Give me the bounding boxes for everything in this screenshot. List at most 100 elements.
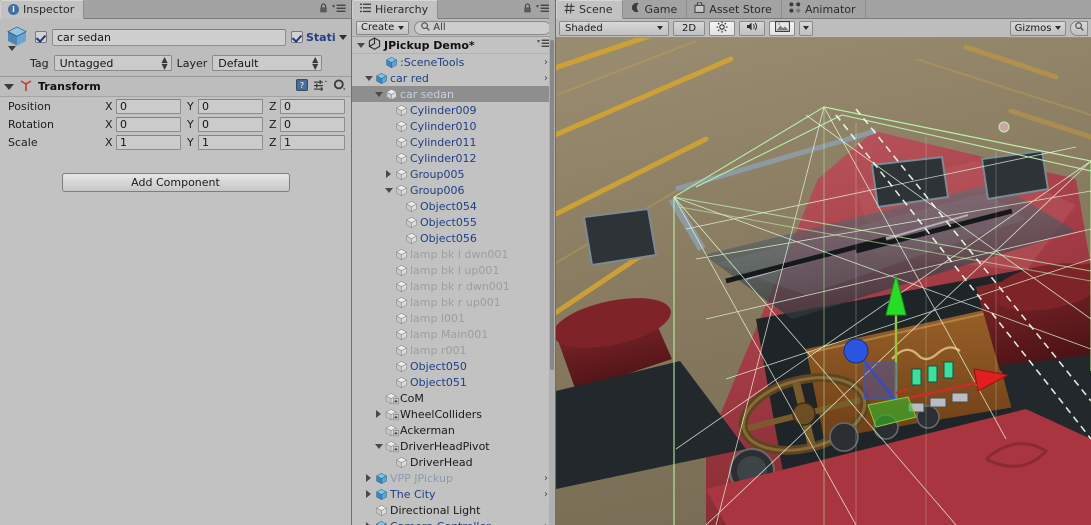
audio-toggle-button[interactable] bbox=[739, 20, 765, 36]
hierarchy-item-object050[interactable]: Object050 bbox=[352, 358, 555, 374]
hierarchy-item-lamp-l001[interactable]: lamp l001 bbox=[352, 310, 555, 326]
scene-root-row[interactable]: JPickup Demo* bbox=[352, 37, 555, 54]
hierarchy-item-cylinder011[interactable]: Cylinder011 bbox=[352, 134, 555, 150]
image-effects-dropdown-button[interactable] bbox=[799, 20, 813, 36]
gameobject-cube-icon bbox=[395, 328, 408, 341]
hierarchy-item-lamp-bk-r-up001[interactable]: lamp bk r up001 bbox=[352, 294, 555, 310]
lock-icon[interactable] bbox=[523, 3, 532, 16]
hierarchy-item-object056[interactable]: Object056 bbox=[352, 230, 555, 246]
hierarchy-item-driverheadpivot[interactable]: DriverHeadPivot bbox=[352, 438, 555, 454]
hierarchy-item-lamp-bk-r-dwn001[interactable]: lamp bk r dwn001 bbox=[352, 278, 555, 294]
hierarchy-item-group005[interactable]: Group005 bbox=[352, 166, 555, 182]
scene-search-input[interactable] bbox=[1070, 20, 1088, 36]
layer-dropdown[interactable]: Default ▲ ▼ bbox=[212, 55, 323, 71]
tab-scene[interactable]: Scene bbox=[556, 0, 623, 19]
transform-x-input[interactable]: 0 bbox=[116, 98, 181, 114]
tab-hierarchy-label: Hierarchy bbox=[375, 3, 429, 16]
transform-y-input[interactable]: 0 bbox=[198, 98, 263, 114]
hamburger-menu-icon[interactable] bbox=[536, 3, 550, 16]
scene-foldout-icon[interactable] bbox=[357, 42, 365, 48]
transform-z-input[interactable]: 0 bbox=[280, 116, 345, 132]
tab-asset-store[interactable]: Asset Store bbox=[687, 0, 782, 18]
hierarchy-item-scenetools[interactable]: :SceneTools › bbox=[352, 54, 555, 70]
tab-game[interactable]: Game bbox=[622, 0, 688, 18]
hierarchy-item-vpp-jpickup[interactable]: VPP JPickup › bbox=[352, 470, 555, 486]
hierarchy-item-object051[interactable]: Object051 bbox=[352, 374, 555, 390]
hierarchy-item-camera-controller[interactable]: Camera Controller› bbox=[352, 518, 555, 525]
hierarchy-item-lamp-bk-l-dwn001[interactable]: lamp bk l dwn001 bbox=[352, 246, 555, 262]
tag-layer-row: Tag Untagged ▲ ▼ Layer Default ▲ ▼ bbox=[4, 55, 347, 71]
foldout-open-icon[interactable] bbox=[372, 443, 385, 449]
hierarchy-item-lamp-r001[interactable]: lamp r001 bbox=[352, 342, 555, 358]
hierarchy-item-cylinder010[interactable]: Cylinder010 bbox=[352, 118, 555, 134]
chevron-down-icon bbox=[398, 25, 405, 30]
foldout-open-icon[interactable] bbox=[382, 187, 395, 193]
hierarchy-item-lamp-bk-l-up001[interactable]: lamp bk l up001 bbox=[352, 262, 555, 278]
foldout-closed-icon[interactable] bbox=[362, 490, 375, 498]
hierarchy-item-cylinder009[interactable]: Cylinder009 bbox=[352, 102, 555, 118]
tab-inspector[interactable]: i Inspector bbox=[0, 0, 85, 19]
hierarchy-item-directional-light[interactable]: Directional Light bbox=[352, 502, 555, 518]
hierarchy-item-cylinder012[interactable]: Cylinder012 bbox=[352, 150, 555, 166]
add-component-button[interactable]: Add Component bbox=[61, 173, 290, 192]
transform-z-input[interactable]: 1 bbox=[280, 134, 345, 150]
hierarchy-item-wheelcolliders[interactable]: WheelColliders bbox=[352, 406, 555, 422]
gameobject-cube-icon bbox=[405, 216, 418, 229]
hierarchy-item-object054[interactable]: Object054 bbox=[352, 198, 555, 214]
image-effects-toggle-button[interactable] bbox=[769, 20, 795, 36]
hierarchy-item-object055[interactable]: Object055 bbox=[352, 214, 555, 230]
transform-z-input[interactable]: 0 bbox=[280, 98, 345, 114]
axis-label-x: X bbox=[105, 117, 113, 131]
tab-hierarchy[interactable]: Hierarchy bbox=[352, 0, 439, 19]
draw-mode-dropdown[interactable]: Shaded bbox=[559, 20, 669, 36]
foldout-closed-icon[interactable] bbox=[362, 474, 375, 482]
gizmos-dropdown-button[interactable]: Gizmos bbox=[1010, 20, 1066, 36]
axis-label-y: Y bbox=[187, 117, 194, 131]
foldout-open-icon[interactable] bbox=[372, 91, 385, 97]
hierarchy-search-input[interactable]: All bbox=[414, 20, 551, 35]
transform-y-input[interactable]: 1 bbox=[198, 134, 263, 150]
scene-viewport[interactable] bbox=[556, 19, 1091, 525]
gameobject-active-checkbox[interactable] bbox=[35, 31, 47, 43]
static-checkbox[interactable] bbox=[291, 31, 303, 43]
transform-z-value: 0 bbox=[284, 99, 291, 113]
tab-animator[interactable]: Animator bbox=[781, 0, 866, 18]
hierarchy-item-car-sedan[interactable]: car sedan bbox=[352, 86, 555, 102]
hierarchy-item-com[interactable]: CoM bbox=[352, 390, 555, 406]
tag-dropdown[interactable]: Untagged ▲ ▼ bbox=[53, 55, 172, 71]
hierarchy-item-lamp-main001[interactable]: lamp Main001 bbox=[352, 326, 555, 342]
create-button[interactable]: Create bbox=[356, 20, 410, 35]
static-dropdown-icon[interactable] bbox=[339, 34, 347, 40]
foldout-closed-icon[interactable] bbox=[382, 170, 395, 178]
transform-y-input[interactable]: 0 bbox=[198, 116, 263, 132]
hamburger-menu-icon[interactable] bbox=[332, 3, 346, 16]
hierarchy-item-label: DriverHead bbox=[410, 455, 473, 469]
scene-toolbar: Shaded 2D Gizmos bbox=[556, 19, 1091, 38]
hierarchy-item-the-city[interactable]: The City › bbox=[352, 486, 555, 502]
preset-slider-icon[interactable] bbox=[314, 79, 327, 94]
foldout-closed-icon[interactable] bbox=[372, 410, 385, 418]
gear-icon[interactable] bbox=[333, 79, 346, 94]
script-cube-icon bbox=[385, 392, 399, 405]
transform-component-header[interactable]: Transform ? bbox=[0, 77, 351, 97]
animator-nodes-icon bbox=[789, 2, 801, 16]
gameobject-cube-icon bbox=[395, 136, 408, 149]
transform-x-input[interactable]: 1 bbox=[116, 134, 181, 150]
2d-toggle-button[interactable]: 2D bbox=[673, 20, 705, 36]
lock-icon[interactable] bbox=[319, 3, 328, 16]
foldout-open-icon[interactable] bbox=[362, 75, 375, 81]
gameobject-icon-dropdown-icon[interactable] bbox=[8, 46, 16, 51]
gameobject-name-input[interactable]: car sedan bbox=[52, 28, 286, 46]
hierarchy-item-driverhead[interactable]: DriverHead bbox=[352, 454, 555, 470]
hierarchy-item-car-red[interactable]: car red › bbox=[352, 70, 555, 86]
hierarchy-scrollbar[interactable] bbox=[549, 0, 555, 525]
lighting-toggle-button[interactable] bbox=[709, 20, 735, 36]
transform-y-value: 0 bbox=[202, 99, 209, 113]
grid-hash-icon bbox=[564, 3, 575, 17]
transform-foldout-icon[interactable] bbox=[4, 83, 14, 90]
hierarchy-item-ackerman[interactable]: Ackerman bbox=[352, 422, 555, 438]
transform-x-input[interactable]: 0 bbox=[116, 116, 181, 132]
hierarchy-item-group006[interactable]: Group006 bbox=[352, 182, 555, 198]
prefab-cube-icon bbox=[385, 56, 398, 69]
help-book-icon[interactable]: ? bbox=[296, 79, 308, 94]
